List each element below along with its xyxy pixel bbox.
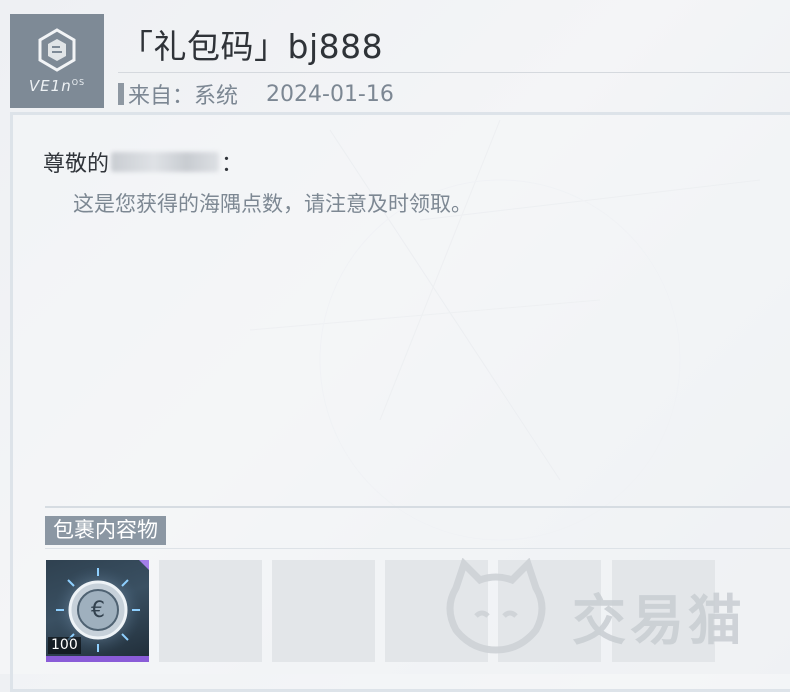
watermark-text: 交易猫 (572, 589, 746, 652)
package-item-slot[interactable]: € 100 (46, 560, 149, 662)
mail-title: 「礼包码」bj888 (120, 27, 384, 66)
greeting-suffix: ： (221, 152, 244, 177)
watermark-cat-icon (446, 558, 546, 654)
logo-text: VE1nOS (28, 77, 86, 95)
package-empty-slot (159, 560, 262, 662)
rarity-corner (139, 560, 149, 570)
rarity-bar (46, 656, 149, 662)
redacted-player-name (111, 152, 220, 172)
mail-date: 2024-01-16 (266, 81, 394, 107)
package-divider-lower (45, 548, 790, 549)
package-empty-slot (272, 560, 375, 662)
greeting-prefix: 尊敬的 (43, 152, 110, 177)
mail-meta: 来自：系统 2024-01-16 (118, 78, 394, 110)
mail-body-text: 这是您获得的海隅点数，请注意及时领取。 (73, 192, 472, 216)
package-label: 包裹内容物 (45, 516, 166, 545)
logo-mark-icon (38, 28, 76, 72)
meta-accent-bar (118, 83, 124, 105)
package-divider (45, 506, 790, 508)
app-logo: VE1nOS (10, 14, 104, 108)
title-divider (118, 72, 790, 73)
item-quantity: 100 (48, 637, 81, 654)
mail-greeting: 尊敬的 ： (43, 146, 243, 178)
mail-sender: 来自：系统 (128, 84, 239, 109)
svg-text:€: € (91, 598, 105, 623)
